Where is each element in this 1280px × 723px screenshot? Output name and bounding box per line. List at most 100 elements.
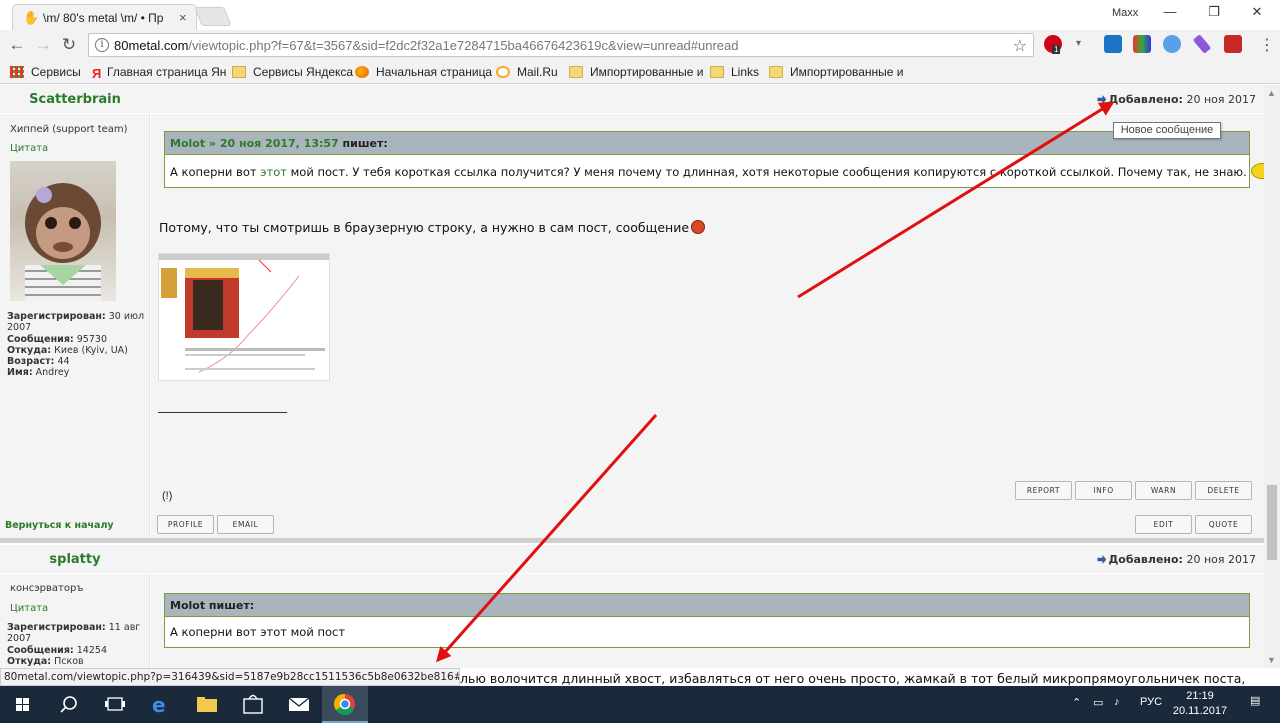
bookmark-apps[interactable]: Сервисы [10,65,81,80]
status-bar-url: 80metal.com/viewtopic.php?p=316439&sid=5… [0,668,460,686]
start-button[interactable] [0,686,46,723]
search-icon[interactable] [46,686,92,723]
post-separator [0,538,1264,543]
store-icon[interactable] [230,686,276,723]
date-label: Добавлено: [1108,553,1183,566]
registered-info: Зарегистрирован: 30 июл 2007 [7,311,147,333]
folder-icon [769,66,783,78]
post-header: Scatterbrain Добавлено: 20 ноя 2017 [0,85,1264,114]
profile-name[interactable]: Maxx [1112,7,1138,19]
screenshot-thumbnail[interactable] [158,253,330,381]
post-author[interactable]: splatty [0,552,150,567]
forward-icon[interactable]: → [32,34,54,56]
quote-link[interactable]: Цитата [10,603,48,614]
age-info: Возраст: 44 [7,356,147,367]
tray-chevron-up-icon[interactable]: ⌃ [1072,696,1081,709]
profile-button[interactable]: PROFILE [157,515,214,534]
chrome-taskbar-icon[interactable] [322,686,368,723]
delete-button[interactable]: DELETE [1195,481,1252,500]
new-post-icon[interactable] [1097,95,1107,104]
page-scrollbar[interactable]: ▲ ▼ [1264,85,1280,668]
bookmark-label: Импортированные и [590,65,704,79]
chevron-down-icon[interactable]: ▾ [1076,38,1081,49]
signature-divider [158,412,287,413]
bookmark-yandex[interactable]: Я Главная страница Ян [92,65,226,80]
url-path: /viewtopic.php?f=67&t=3567&sid=f2dc2f32a… [188,38,739,53]
age-value: 44 [57,356,70,367]
post-message-text: Потому, что ты смотришь в браузерную стр… [159,220,690,235]
report-button[interactable]: REPORT [1015,481,1072,500]
bookmark-start-page[interactable]: Начальная страница [355,65,492,80]
sync-extension-icon[interactable] [1163,35,1181,53]
post-header: splatty Добавлено: 20 ноя 2017 [0,545,1264,574]
post-author-panel: консэрваторъ Цитата Зарегистрирован: 11 … [0,574,150,668]
devil-smiley-icon [691,220,706,234]
folder-icon [232,66,246,78]
monkey-avatar-image [25,183,101,301]
messages-count: 14254 [76,645,107,656]
browser-menu-icon[interactable]: ⋮ [1259,35,1275,55]
location-value: Псков [54,656,84,667]
bookmark-label: Сервисы Яндекса [253,65,354,79]
bookmark-imported-1[interactable]: Импортированные и [569,65,704,80]
close-window-icon[interactable]: ✕ [1243,4,1271,22]
bookmark-mailru[interactable]: Mail.Ru [496,65,558,80]
url-host: 80metal.com [114,38,189,53]
email-button[interactable]: EMAIL [217,515,274,534]
date-value: 20 ноя 2017 [1186,553,1256,566]
reload-icon[interactable]: ↻ [58,34,80,56]
quote-button[interactable]: QUOTE [1195,515,1252,534]
scrollbar-thumb[interactable] [1267,485,1277,560]
tab-close-icon[interactable]: × [179,10,187,25]
scroll-up-icon[interactable]: ▲ [1267,88,1276,98]
volume-icon[interactable]: ♪ [1114,696,1120,708]
info-button[interactable]: INFO [1075,481,1132,500]
new-post-icon[interactable] [1097,555,1107,564]
system-clock[interactable]: 21:19 20.11.2017 [1170,689,1230,719]
name-value: Andrey [35,367,70,378]
minimize-icon[interactable]: — [1156,4,1184,22]
url-text[interactable]: 80metal.com/viewtopic.php?f=67&t=3567&si… [114,38,739,53]
warn-button[interactable]: WARN [1135,481,1192,500]
network-icon[interactable]: ▭ [1093,696,1103,709]
address-bar[interactable]: i 80metal.com/viewtopic.php?f=67&t=3567&… [88,33,1034,57]
browser-tab[interactable]: ✋ \m/ 80's metal \m/ • Пр × [12,4,197,30]
bookmark-imported-2[interactable]: Импортированные и [769,65,904,80]
back-icon[interactable]: ← [6,34,28,56]
registered-info: Зарегистрирован: 11 авг 2007 [7,622,147,644]
notifications-icon[interactable]: ▤ [1250,694,1260,707]
input-language[interactable]: РУС [1140,696,1162,708]
new-tab-button[interactable] [194,7,232,26]
restore-icon[interactable]: ❐ [1200,4,1228,22]
bookmark-links[interactable]: Links [710,65,759,80]
clock-date: 20.11.2017 [1172,705,1228,717]
edit-button[interactable]: EDIT [1135,515,1192,534]
registered-label: Зарегистрирован: [7,311,106,322]
colorful-extension-icon[interactable] [1133,35,1151,53]
location-label: Откуда: [7,345,52,356]
post-date: Добавлено: 20 ноя 2017 [1097,93,1256,106]
registered-label: Зарегистрирован: [7,622,106,633]
scroll-down-icon[interactable]: ▼ [1267,655,1276,665]
edge-icon[interactable]: e [138,686,184,723]
task-view-icon[interactable] [92,686,138,723]
red-extension-icon[interactable] [1224,35,1242,53]
file-explorer-icon[interactable] [184,686,230,723]
info-icon[interactable]: i [95,38,109,52]
post-date: Добавлено: 20 ноя 2017 [1097,553,1256,566]
s-extension-icon[interactable] [1104,35,1122,53]
post-message-partial: лью волочится длинный хвост, избавляться… [460,671,1250,686]
quote-inline-link[interactable]: этот [260,165,287,179]
browser-toolbar: ← → ↻ i 80metal.com/viewtopic.php?f=67&t… [0,30,1280,60]
bookmark-yandex-services[interactable]: Сервисы Яндекса [232,65,353,80]
pen-extension-icon[interactable] [1192,34,1212,54]
back-to-top-link[interactable]: Вернуться к началу [5,520,114,531]
post-author[interactable]: Scatterbrain [0,92,150,107]
quote-suffix: пишет: [342,137,388,150]
bookmark-star-icon[interactable]: ☆ [1013,36,1027,56]
quote-link[interactable]: Цитата [10,143,48,154]
quote-author-link[interactable]: Molot » 20 ноя 2017, 13:57 [170,137,339,150]
mail-icon[interactable] [276,686,322,723]
extension-badge: 1 [1052,45,1061,54]
quote-text-after: мой пост. У тебя короткая ссылка получит… [290,165,1247,179]
